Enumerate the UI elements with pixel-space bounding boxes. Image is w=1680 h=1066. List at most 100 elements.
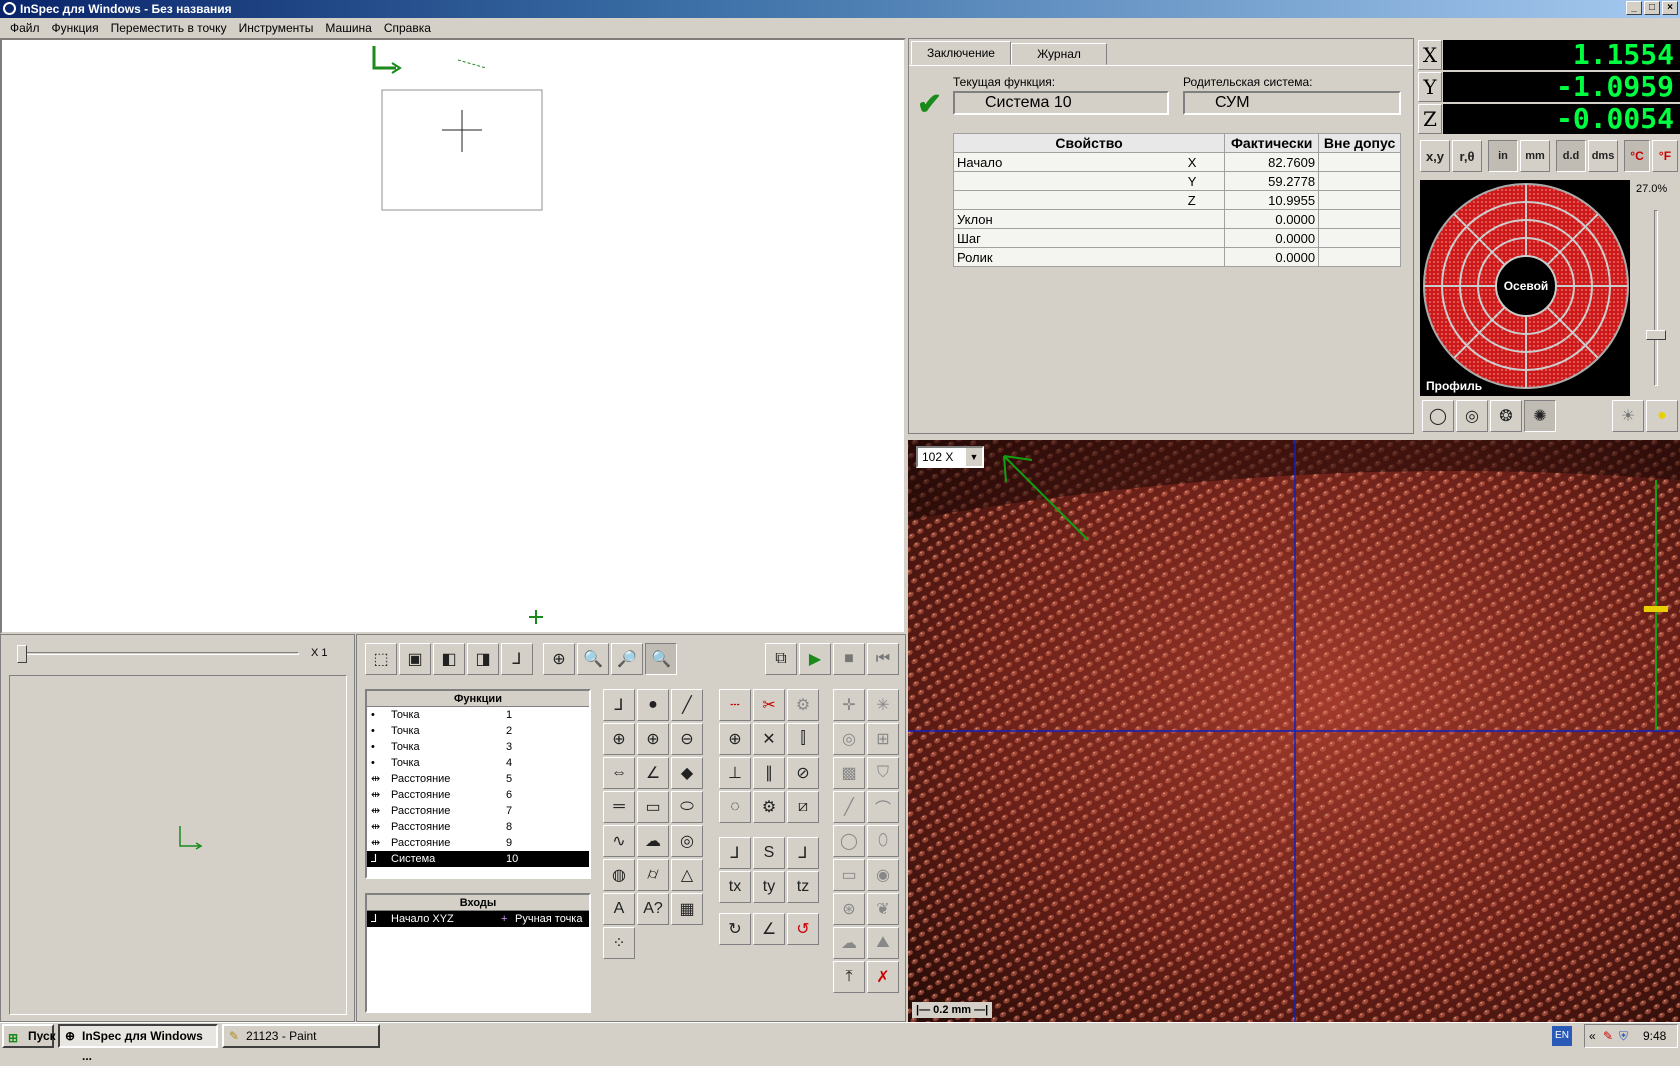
point-tool-icon[interactable]: ● — [637, 689, 669, 721]
ellipse-tool-icon[interactable]: ⊖ — [671, 723, 703, 755]
curve-tool-icon[interactable]: ∿ — [603, 825, 635, 857]
ring-tool-icon[interactable]: ◎ — [671, 825, 703, 857]
record-icon[interactable]: ⧉ — [765, 643, 797, 675]
dms-button[interactable]: dms — [1588, 140, 1618, 172]
tangent-icon[interactable]: ⊘ — [787, 757, 819, 789]
fahrenheit-button[interactable]: °F — [1652, 140, 1678, 172]
image-icon[interactable]: ▩ — [833, 757, 865, 789]
play-icon[interactable]: ▶ — [799, 643, 831, 675]
menu-move-to-point[interactable]: Переместить в точку — [105, 21, 233, 35]
pattern-icon[interactable]: ⧄ — [787, 791, 819, 823]
zoom-in-icon[interactable]: 🔍 — [577, 643, 609, 675]
maximize-button[interactable]: □ — [1644, 1, 1660, 15]
mirror-icon[interactable]: ⫿ — [787, 723, 819, 755]
tray-expand-icon[interactable]: « — [1589, 1025, 1596, 1047]
focus-icon[interactable]: ⊛ — [833, 893, 865, 925]
intersect-icon[interactable]: ✕ — [753, 723, 785, 755]
menu-machine[interactable]: Машина — [319, 21, 377, 35]
list-item[interactable]: ⇹ Расстояние 5 — [367, 771, 589, 787]
centroid-icon[interactable]: ⊕ — [719, 723, 751, 755]
auto-tool-icon[interactable]: ⚙ — [787, 689, 819, 721]
line-tool-icon[interactable]: ╱ — [671, 689, 703, 721]
segment-ring-icon[interactable]: ❂ — [1490, 400, 1522, 432]
target-icon[interactable]: ◎ — [833, 723, 865, 755]
list-item[interactable]: • Точка 4 — [367, 755, 589, 771]
shape-icon[interactable]: ❦ — [867, 893, 899, 925]
profile-icon[interactable]: ⛰ — [867, 927, 899, 959]
line-edge-icon[interactable]: ╱ — [833, 791, 865, 823]
probe-tool-icon[interactable]: ✂ — [753, 689, 785, 721]
list-item[interactable]: ⇹ Расстояние 9 — [367, 835, 589, 851]
arc-tool-icon[interactable]: ⊕ — [637, 723, 669, 755]
parallel-icon[interactable]: ∥ — [753, 757, 785, 789]
r-theta-button[interactable]: r,θ — [1452, 140, 1482, 172]
menu-file[interactable]: Файл — [4, 21, 46, 35]
minimize-button[interactable]: _ — [1626, 1, 1642, 15]
list-item[interactable]: ⇹ Расстояние 8 — [367, 819, 589, 835]
axis-view-button[interactable]: ⅃ — [501, 643, 533, 675]
circle-edge-icon[interactable]: ◯ — [833, 825, 865, 857]
calculator-icon[interactable]: ▦ — [671, 893, 703, 925]
rotate-icon[interactable]: ↻ — [719, 913, 751, 945]
mm-button[interactable]: mm — [1520, 140, 1550, 172]
inch-button[interactable]: in — [1488, 140, 1518, 172]
list-item-selected[interactable]: ⅃ Система 10 — [367, 851, 589, 867]
stop-icon[interactable]: ■ — [833, 643, 865, 675]
menu-tools[interactable]: Инструменты — [233, 21, 320, 35]
tray-app-icon[interactable]: ✎ — [1603, 1025, 1613, 1047]
list-item[interactable]: ⇹ Расстояние 6 — [367, 787, 589, 803]
light-slider-thumb[interactable] — [1646, 330, 1666, 340]
view-front-button[interactable]: ▣ — [399, 643, 431, 675]
start-button[interactable]: ⊞ Пуск — [2, 1024, 56, 1048]
inputs-list[interactable]: Входы ⅃ Начало XYZ + Ручная точка — [365, 893, 591, 1013]
blob-tool-icon[interactable]: ☁ — [637, 825, 669, 857]
edge-box-icon[interactable]: ⊞ — [867, 723, 899, 755]
cone-tool-icon[interactable]: △ — [671, 859, 703, 891]
shield-icon[interactable]: ⛉ — [867, 757, 899, 789]
point-cloud-icon[interactable]: ⁘ — [603, 927, 635, 959]
decimal-degrees-button[interactable]: d.d — [1556, 140, 1586, 172]
slot-tool-icon[interactable]: ⬭ — [671, 791, 703, 823]
tz-icon[interactable]: tz — [787, 871, 819, 903]
zoom-slider-track[interactable] — [21, 652, 299, 655]
perpendicular-icon[interactable]: ⊥ — [719, 757, 751, 789]
menu-function[interactable]: Функция — [46, 21, 105, 35]
ring-edge-icon[interactable]: ◉ — [867, 859, 899, 891]
tray-network-icon[interactable]: ⛨ — [1619, 1025, 1628, 1047]
xy-button[interactable]: x,y — [1420, 140, 1450, 172]
functions-list[interactable]: Функции • Точка 1 • Точка 2 • Точка 3 • Точка 4 … — [365, 689, 591, 879]
light-ring-control[interactable]: Осевой Профиль — [1420, 180, 1630, 396]
light-on-icon[interactable]: ● — [1646, 400, 1678, 432]
gear-icon[interactable]: ⚙ — [753, 791, 785, 823]
system-align-icon[interactable]: ⅃ — [787, 837, 819, 869]
circle-tool-icon[interactable]: ⊕ — [603, 723, 635, 755]
system-s-icon[interactable]: S — [753, 837, 785, 869]
dotted-line-icon[interactable]: ┄ — [719, 689, 751, 721]
zoom-out-icon[interactable]: 🔎 — [611, 643, 643, 675]
tab-summary[interactable]: Заключение — [911, 41, 1011, 65]
language-indicator[interactable]: EN — [1552, 1026, 1572, 1046]
bright-icon[interactable]: ☀ — [1612, 400, 1644, 432]
full-ring-icon[interactable]: ✺ — [1524, 400, 1556, 432]
zoom-12-button[interactable]: ⊕ — [543, 643, 575, 675]
rewind-icon[interactable]: ⏮ — [867, 643, 899, 675]
plane-tool-icon[interactable]: ◆ — [671, 757, 703, 789]
view-iso-button[interactable]: ⬚ — [365, 643, 397, 675]
rect-edge-icon[interactable]: ▭ — [833, 859, 865, 891]
bolt-circle-icon[interactable]: ◌ — [719, 791, 751, 823]
light-slider-track[interactable] — [1654, 210, 1658, 386]
close-button[interactable]: × — [1662, 1, 1678, 15]
magnification-select[interactable]: 102 X ▼ — [916, 446, 984, 468]
taskbar-item-paint[interactable]: ✎ 21123 - Paint — [222, 1024, 380, 1048]
view-side-button[interactable]: ◧ — [433, 643, 465, 675]
taskbar-item-inspec[interactable]: ⊕ InSpec для Windows ... — [58, 1024, 218, 1063]
list-item[interactable]: • Точка 1 — [367, 707, 589, 723]
cylinder-tool-icon[interactable]: ⌭ — [637, 859, 669, 891]
list-item[interactable]: • Точка 2 — [367, 723, 589, 739]
multi-ring-icon[interactable]: ◎ — [1456, 400, 1488, 432]
ty-icon[interactable]: ty — [753, 871, 785, 903]
chevron-down-icon[interactable]: ▼ — [966, 448, 982, 466]
angle-tool-icon[interactable]: ∠ — [637, 757, 669, 789]
preview-area[interactable] — [9, 675, 347, 1015]
text-tool-icon[interactable]: A — [603, 893, 635, 925]
